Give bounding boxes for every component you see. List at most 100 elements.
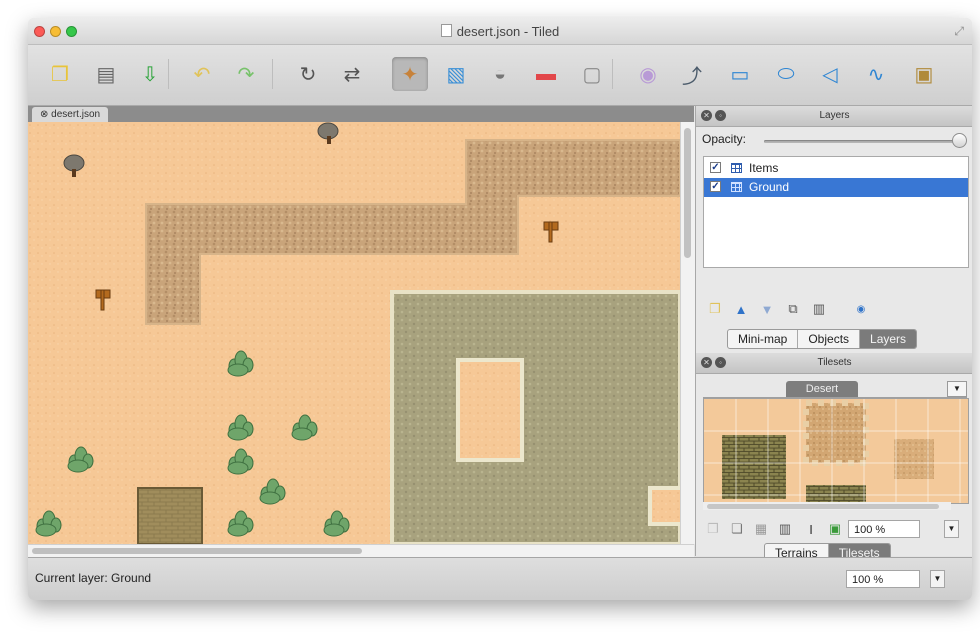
- window-title: desert.json - Tiled: [28, 24, 972, 39]
- insert-polyline-icon: ∿: [867, 63, 885, 86]
- opacity-slider[interactable]: [764, 140, 960, 143]
- duplicate-layer-icon[interactable]: ⧉: [785, 301, 801, 317]
- document-tab-bar: ⊗ desert.json: [28, 106, 694, 122]
- save-map-icon: ⇩: [141, 63, 159, 86]
- horizontal-scroll-thumb[interactable]: [32, 548, 362, 554]
- stamp-brush-tool-button[interactable]: ✦: [392, 57, 428, 91]
- layer-actions-toolbar: ❐ ▲ ▼ ⧉ ▥ ◉: [703, 298, 967, 320]
- layer-visible-checkbox[interactable]: ✓: [710, 162, 721, 173]
- tab-layers[interactable]: Layers: [860, 330, 917, 348]
- layers-panel-title: Layers: [819, 110, 850, 121]
- tileset-actions-toolbar: ❐ ❏ ▦ ▥ I ▣ 100 % ▼: [703, 518, 967, 540]
- right-dock: ✕ ◦ Layers Opacity: ✓ Items ✓ Ground ❐ ▲…: [695, 106, 972, 563]
- layer-row-ground[interactable]: ✓ Ground: [704, 178, 968, 197]
- fullscreen-icon[interactable]: ⤢: [954, 24, 964, 39]
- insert-tile-tool-button[interactable]: ▣: [906, 57, 942, 91]
- main-toolbar: ❐ ▤ ⇩ ↶ ↷ ↻ ⇄ ✦ ▧ ◒ ▬ ▢ ◉ ⤴ ▭ ⬭ ◁ ∿ ▣: [28, 45, 972, 106]
- window-title-text: desert.json - Tiled: [456, 24, 560, 39]
- delete-tileset-icon[interactable]: ▥: [777, 521, 793, 537]
- tile-image-icon[interactable]: ▣: [827, 521, 843, 537]
- tab-mini-map[interactable]: Mini-map: [728, 330, 799, 348]
- tileset-zoom-arrow-icon[interactable]: ▼: [944, 520, 959, 538]
- delete-layer-icon[interactable]: ▥: [811, 301, 827, 317]
- vertical-scroll-thumb[interactable]: [684, 128, 691, 258]
- import-tileset-icon[interactable]: ❏: [729, 521, 745, 537]
- status-bar: Current layer: Ground 100 % ▼: [28, 557, 972, 600]
- stamp-brush-icon: ✦: [401, 63, 419, 86]
- undo-icon: ↶: [193, 63, 211, 86]
- redo-tool-button[interactable]: ↷: [228, 57, 264, 91]
- layer-name: Items: [749, 161, 779, 175]
- tile-layer-icon: [731, 163, 742, 173]
- tilesets-panel-title: Tilesets: [817, 357, 852, 368]
- map-vertical-scrollbar[interactable]: [680, 122, 695, 544]
- close-tab-icon[interactable]: ⊗: [40, 109, 51, 120]
- tiled-window: desert.json - Tiled ⤢ ❐ ▤ ⇩ ↶ ↷ ↻ ⇄ ✦ ▧ ◒ ▬ ▢ ◉ ⤴ ▭ ⬭ ◁ ∿…: [28, 18, 972, 600]
- map-svg: [28, 122, 680, 544]
- document-tab[interactable]: ⊗ desert.json: [32, 107, 109, 122]
- tileset-view[interactable]: [703, 398, 969, 504]
- layer-row-items[interactable]: ✓ Items: [704, 159, 968, 178]
- insert-polygon-tool-button[interactable]: ◁: [812, 57, 848, 91]
- undo-tool-button[interactable]: ↶: [184, 57, 220, 91]
- edit-tileset-icon[interactable]: ▦: [753, 521, 769, 537]
- tileset-tab-bar: Desert ▼: [703, 381, 967, 398]
- rect-select-icon: ▢: [582, 63, 602, 86]
- insert-ellipse-tool-button[interactable]: ⬭: [768, 57, 804, 91]
- edit-polygons-icon: ⤴: [682, 65, 702, 88]
- map-zoom-arrow-icon[interactable]: ▼: [930, 570, 945, 588]
- open-map-icon: ▤: [96, 63, 116, 86]
- insert-rectangle-tool-button[interactable]: ▭: [722, 57, 758, 91]
- eraser-tool-button[interactable]: ▬: [528, 57, 564, 91]
- new-map-icon: ❐: [51, 63, 69, 86]
- document-icon: [440, 24, 452, 37]
- save-map-tool-button[interactable]: ⇩: [132, 57, 168, 91]
- open-map-tool-button[interactable]: ▤: [88, 57, 124, 91]
- redo-icon: ↷: [237, 63, 255, 86]
- new-map-tool-button[interactable]: ❐: [42, 57, 78, 91]
- tileset-tab-desert[interactable]: Desert: [786, 381, 858, 397]
- bucket-fill-tool-button[interactable]: ◒: [482, 57, 518, 91]
- toolbar-separator: [612, 59, 613, 89]
- tileset-scroll-thumb[interactable]: [707, 504, 939, 509]
- rotate-tools-icon: ↻: [299, 63, 317, 86]
- raise-layer-icon[interactable]: ▲: [733, 301, 749, 317]
- opacity-row: Opacity:: [702, 132, 967, 150]
- tab-objects[interactable]: Objects: [798, 330, 861, 348]
- insert-polygon-icon: ◁: [822, 63, 838, 86]
- tileset-menu-icon[interactable]: ▼: [947, 381, 967, 397]
- terrain-brush-tool-button[interactable]: ▧: [438, 57, 474, 91]
- lower-layer-icon[interactable]: ▼: [759, 301, 775, 317]
- layers-dock-tabs: Mini-map Objects Layers: [727, 329, 918, 349]
- map-horizontal-scrollbar[interactable]: [28, 544, 694, 557]
- tileset-scrollbar[interactable]: [703, 502, 951, 510]
- tilesets-panel-header: ✕ ◦ Tilesets: [696, 353, 972, 374]
- opacity-label: Opacity:: [702, 132, 747, 146]
- insert-polyline-tool-button[interactable]: ∿: [858, 57, 894, 91]
- toolbar-separator: [168, 59, 169, 89]
- toolbar-separator: [272, 59, 273, 89]
- edit-polygons-tool-button[interactable]: ⤴: [674, 57, 710, 91]
- flip-tools-tool-button[interactable]: ⇄: [334, 57, 370, 91]
- insert-rectangle-icon: ▭: [730, 63, 750, 86]
- new-tileset-icon[interactable]: ❐: [705, 521, 721, 537]
- eraser-icon: ▬: [536, 62, 556, 85]
- magic-wand-tool-button[interactable]: ◉: [630, 57, 666, 91]
- tileset-zoom-select[interactable]: 100 %: [848, 520, 920, 538]
- rect-select-tool-button[interactable]: ▢: [574, 57, 610, 91]
- tile-layer-icon: [731, 182, 742, 192]
- map-canvas[interactable]: [28, 122, 680, 544]
- layer-visible-checkbox[interactable]: ✓: [710, 181, 721, 192]
- document-tab-label: desert.json: [51, 109, 101, 120]
- tileset-svg: [704, 399, 968, 503]
- layers-panel-header: ✕ ◦ Layers: [696, 106, 972, 127]
- layer-visibility-icon[interactable]: ◉: [853, 301, 869, 317]
- tile-properties-icon[interactable]: I: [803, 521, 819, 537]
- opacity-slider-knob[interactable]: [952, 133, 967, 148]
- map-zoom-select[interactable]: 100 %: [846, 570, 920, 588]
- layer-name: Ground: [749, 180, 790, 194]
- insert-ellipse-icon: ⬭: [777, 62, 795, 85]
- add-layer-icon[interactable]: ❐: [707, 301, 723, 317]
- insert-tile-icon: ▣: [914, 63, 934, 86]
- rotate-tools-tool-button[interactable]: ↻: [290, 57, 326, 91]
